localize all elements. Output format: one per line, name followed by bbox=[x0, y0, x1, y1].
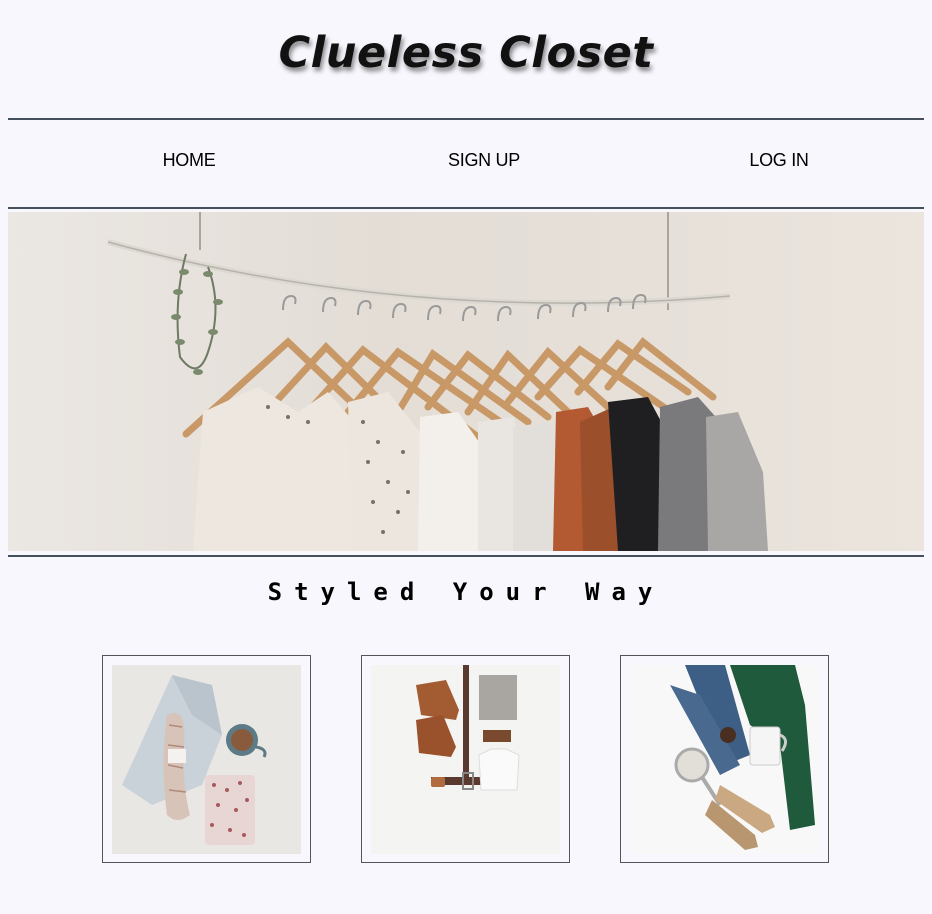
tagline: Styled Your Way bbox=[267, 578, 665, 606]
divider-hero bbox=[8, 555, 924, 557]
outfit-photo-2 bbox=[371, 665, 560, 854]
nav-home-link[interactable]: HOME bbox=[163, 150, 216, 171]
page: Clueless Closet HOME SIGN UP LOG IN Styl… bbox=[0, 0, 932, 914]
outfit-photo-1 bbox=[112, 665, 301, 854]
outfit-card-1[interactable] bbox=[102, 655, 311, 863]
divider-top bbox=[8, 118, 924, 120]
outfit-photo-3 bbox=[630, 665, 819, 854]
hero-image bbox=[8, 212, 924, 551]
outfit-card-3[interactable] bbox=[620, 655, 829, 863]
nav-login-link[interactable]: LOG IN bbox=[749, 150, 809, 171]
outfit-card-2[interactable] bbox=[361, 655, 570, 863]
main-nav: HOME SIGN UP LOG IN bbox=[0, 150, 932, 178]
divider-nav bbox=[8, 207, 924, 209]
nav-signup-link[interactable]: SIGN UP bbox=[448, 150, 520, 171]
site-title: Clueless Closet bbox=[278, 28, 654, 78]
